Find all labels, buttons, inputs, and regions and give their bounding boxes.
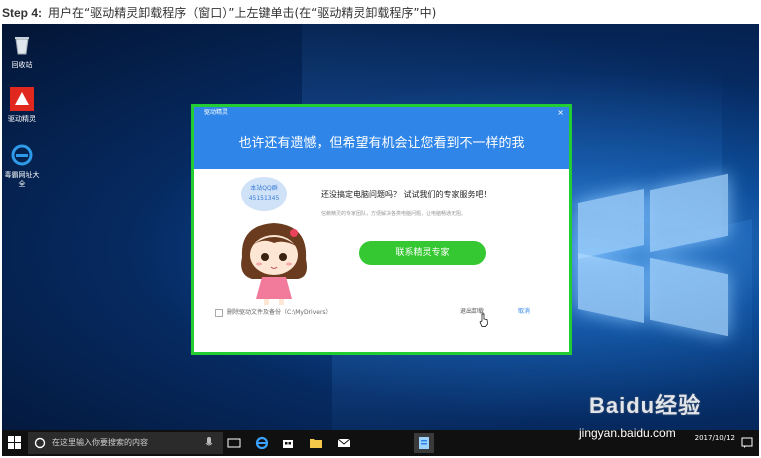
taskbar-search-box[interactable]: 在这里输入你要搜索的内容: [28, 432, 223, 454]
drive-genius-taskbar-icon[interactable]: [414, 433, 434, 453]
recycle-bin-icon: [9, 32, 35, 58]
hand-cursor-icon: [479, 313, 488, 327]
drive-genius-icon: [9, 86, 35, 112]
windows-logo-icon: [578, 173, 728, 344]
step-instruction: 用户在“驱动精灵卸载程序（窗口）”上左键单击(在“驱动精灵卸载程序”中): [48, 6, 437, 20]
search-placeholder: 在这里输入你要搜索的内容: [52, 438, 148, 447]
desktop-icon-label: 驱动精灵: [8, 115, 36, 123]
cortana-icon[interactable]: [34, 437, 46, 449]
cancel-link[interactable]: 取消: [518, 306, 530, 315]
store-icon[interactable]: [278, 433, 298, 453]
step-header: Step 4: 用户在“驱动精灵卸载程序（窗口）”上左键单击(在“驱动精灵卸载程序…: [2, 3, 436, 23]
contact-expert-button[interactable]: 联系精灵专家: [359, 241, 486, 265]
desktop-icon-label: 回收站: [11, 61, 33, 69]
description-text: 信赖精灵的专家团队，方便解决各类电脑问题，让电脑畅通无阻。: [321, 211, 467, 217]
checkbox-box[interactable]: [215, 308, 223, 317]
step-label: Step 4:: [2, 6, 43, 20]
dialog-body: 本站QQ群 45151345 还没搞定电脑问题吗？ 试试我们的专家服务吧！ 信赖…: [194, 169, 569, 352]
baidu-watermark: Baidu经验 jingyan.baidu.com: [559, 378, 761, 458]
mascot-girl-icon: [241, 223, 307, 305]
desktop-icon-recycle-bin[interactable]: 回收站: [2, 32, 42, 70]
uninstall-dialog[interactable]: 驱动精灵 × 也许还有遗憾，但希望有机会让您看到不一样的我 本站QQ群 4515…: [191, 104, 572, 355]
browser-icon: [9, 142, 35, 168]
desktop-icon-browser[interactable]: 毒霸网址大全: [2, 142, 42, 189]
windows-start-icon[interactable]: [8, 436, 22, 450]
delete-backup-checkbox[interactable]: 删除驱动文件及备份（C:\MyDrivers）: [215, 307, 332, 317]
bubble-line: 本站QQ群: [250, 185, 278, 192]
dialog-banner: 也许还有遗憾，但希望有机会让您看到不一样的我: [194, 119, 569, 169]
checkbox-label: 删除驱动文件及备份（C:\MyDrivers）: [227, 309, 332, 316]
qq-group-bubble: 本站QQ群 45151345: [241, 177, 287, 211]
bubble-line: 45151345: [248, 195, 280, 202]
watermark-brand: Baidu经验: [589, 393, 702, 418]
mail-icon[interactable]: [334, 433, 354, 453]
desktop-icon-drive-genius[interactable]: 驱动精灵: [2, 86, 42, 124]
dialog-titlebar[interactable]: 驱动精灵 ×: [194, 107, 569, 119]
edge-icon[interactable]: [252, 433, 272, 453]
file-explorer-icon[interactable]: [306, 433, 326, 453]
question-text: 还没搞定电脑问题吗？ 试试我们的专家服务吧！: [321, 190, 492, 199]
close-icon[interactable]: ×: [557, 107, 564, 119]
desktop-icon-label: 毒霸网址大全: [4, 171, 40, 188]
watermark-url: jingyan.baidu.com: [579, 426, 676, 440]
dialog-title: 驱动精灵: [204, 109, 229, 116]
task-view-icon[interactable]: [224, 433, 244, 453]
microphone-icon[interactable]: [205, 437, 213, 449]
